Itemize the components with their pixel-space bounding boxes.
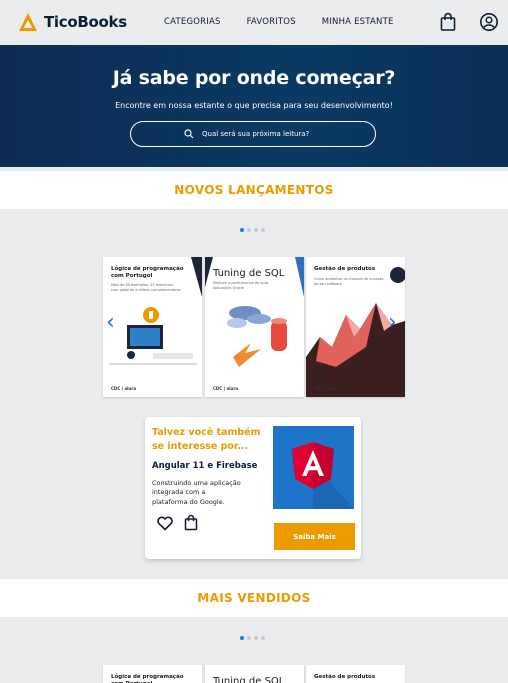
book-title: Tuning de SQL (213, 676, 285, 683)
user-profile-icon[interactable] (479, 12, 499, 32)
logo-text: TicoBooks (44, 13, 127, 31)
section-header-new-releases: NOVOS LANÇAMENTOS (0, 171, 508, 209)
book-card[interactable]: Lógica de programação com Portugol Mais … (103, 257, 202, 397)
carousel-dot-2[interactable] (247, 228, 251, 232)
carousel-prev-icon[interactable]: ‹ (106, 312, 115, 334)
book-title: Lógica de programação com Portugol (111, 674, 184, 683)
saiba-mais-button[interactable]: Saiba Mais (274, 523, 355, 550)
book-subtitle: Melhore a performance de suas aplicações… (213, 281, 269, 290)
book-card[interactable]: Tuning de SQL (205, 665, 304, 683)
carousel-dot-2[interactable] (247, 636, 251, 640)
book-publisher: CDC | alura (314, 386, 340, 391)
nav-minha-estante[interactable]: MINHA ESTANTE (322, 17, 394, 27)
section-title-new-releases: NOVOS LANÇAMENTOS (174, 183, 334, 197)
carousel-pagination (240, 228, 265, 232)
hero-subtitle: Encontre em nossa estante o que precisa … (115, 101, 393, 110)
book-card[interactable]: Lógica de programação com Portugol (103, 665, 202, 683)
book-publisher: CDC | alura (213, 386, 239, 391)
book-title: Lógica de programação com Portugol (111, 266, 184, 279)
book-carousel-best-sellers: Lógica de programação com Portugol Tunin… (100, 665, 405, 683)
hero-title: Já sabe por onde começar? (112, 67, 396, 89)
main-nav: CATEGORIAS FAVORITOS MINHA ESTANTE (164, 17, 394, 27)
shopping-bag-icon[interactable] (438, 12, 458, 32)
book-title: Gestão de produtos (314, 266, 376, 272)
book-card[interactable]: Tuning de SQL Melhore a performance de s… (205, 257, 304, 397)
search-input[interactable] (202, 130, 322, 138)
carousel-next-icon[interactable]: › (388, 312, 397, 334)
nav-favoritos[interactable]: FAVORITOS (247, 17, 296, 27)
recommendation-card: Talvez você também se interesse por... A… (145, 417, 361, 559)
hero-banner: Já sabe por onde começar? Encontre em no… (0, 45, 508, 167)
book-subtitle: Como aumentar as chances de sucesso do s… (314, 277, 384, 286)
book-card[interactable]: Gestão de produtos (306, 665, 405, 683)
carousel-dot-1[interactable] (240, 636, 244, 640)
section-title-best-sellers: MAIS VENDIDOS (197, 591, 311, 605)
carousel-dot-4[interactable] (261, 636, 265, 640)
carousel-pagination (240, 636, 265, 640)
search-icon (184, 129, 194, 139)
book-subtitle: Mais de 80 exemplos, 55 exercícios com g… (111, 283, 181, 292)
recommendation-book-cover[interactable] (273, 426, 354, 509)
logo[interactable]: TicoBooks (18, 12, 127, 32)
recommendation-book-title[interactable]: Angular 11 e Firebase (152, 461, 257, 471)
recommendation-heading: Talvez você também se interesse por... (152, 427, 261, 452)
book-publisher: CDC | alura (111, 386, 137, 391)
book-title: Gestão de produtos (314, 674, 376, 680)
recommendation-description: Construindo uma aplicação integrada com … (152, 479, 241, 506)
carousel-dot-4[interactable] (261, 228, 265, 232)
logo-icon (19, 13, 37, 31)
section-header-best-sellers: MAIS VENDIDOS (0, 579, 508, 617)
nav-categorias[interactable]: CATEGORIAS (164, 17, 221, 27)
carousel-dot-1[interactable] (240, 228, 244, 232)
carousel-dot-3[interactable] (254, 228, 258, 232)
carousel-dot-3[interactable] (254, 636, 258, 640)
book-title: Tuning de SQL (213, 268, 285, 279)
book-carousel-new-releases: Lógica de programação com Portugol Mais … (100, 257, 405, 397)
angular-logo-icon (292, 442, 354, 509)
heart-icon[interactable] (156, 514, 174, 532)
shopping-bag-icon[interactable] (183, 514, 199, 531)
site-header: TicoBooks CATEGORIAS FAVORITOS MINHA EST… (0, 0, 508, 45)
search-bar[interactable] (130, 121, 376, 147)
